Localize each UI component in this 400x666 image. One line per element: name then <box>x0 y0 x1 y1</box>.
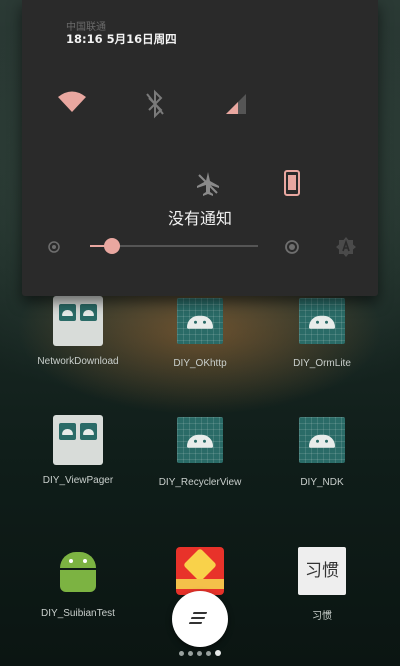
page-dot[interactable] <box>179 651 184 656</box>
bluetooth-toggle[interactable] <box>135 84 175 124</box>
wifi-icon <box>58 91 86 112</box>
android-grid-icon <box>296 298 348 350</box>
page-indicator[interactable] <box>0 650 400 656</box>
app-diy-viewpager[interactable]: DIY_ViewPager <box>18 414 138 486</box>
home-screen: NetworkDownload DIY_OKhttp DIY_OrmLite D… <box>0 0 400 666</box>
app-label: 习惯 <box>312 611 332 622</box>
no-notifications-text: 没有通知 <box>167 209 232 228</box>
android-grid-icon <box>174 417 226 469</box>
cellular-signal-icon <box>226 94 246 114</box>
app-habit[interactable]: 习惯 习惯 <box>262 545 382 622</box>
app-label: DIY_SuibianTest <box>41 608 115 619</box>
green-android-icon <box>52 548 104 600</box>
wifi-toggle[interactable] <box>52 82 92 122</box>
brightness-low-icon <box>48 241 60 253</box>
time-date: 18:16 5月16日周四 <box>66 32 177 46</box>
app-label: DIY_NDK <box>300 477 344 488</box>
airplane-mode-toggle[interactable] <box>188 164 228 204</box>
app-label: DIY_OrmLite <box>293 358 351 369</box>
bluetooth-icon <box>146 89 164 119</box>
app-network-download[interactable]: NetworkDownload <box>18 295 138 367</box>
app-diy-okhttp[interactable]: DIY_OKhttp <box>140 295 260 369</box>
app-label: DIY_ViewPager <box>42 475 114 486</box>
app-label: NetworkDownload <box>37 356 119 367</box>
cellular-toggle[interactable] <box>218 84 258 124</box>
app-drawer-button[interactable] <box>172 591 228 647</box>
app-diy-ormlite[interactable]: DIY_OrmLite <box>262 295 382 369</box>
phone-screen-icon <box>284 170 300 196</box>
airplane-mode-icon <box>197 172 219 196</box>
page-dot[interactable] <box>188 651 193 656</box>
screen-toggle[interactable] <box>272 163 312 203</box>
app-label: DIY_OKhttp <box>173 358 227 369</box>
app-label: DIY_RecyclerView <box>158 477 242 488</box>
page-dot[interactable] <box>197 651 202 656</box>
android-grid-icon <box>296 417 348 469</box>
brightness-thumb[interactable] <box>103 238 120 254</box>
auto-brightness-icon[interactable] <box>335 236 357 258</box>
android-grid-icon <box>174 298 226 350</box>
brightness-slider[interactable] <box>90 238 258 254</box>
page-dot-active[interactable] <box>215 650 221 656</box>
twin-android-icon <box>52 296 104 348</box>
page-dot[interactable] <box>206 651 211 656</box>
brightness-high-icon <box>285 240 299 254</box>
app-diy-suibiantest[interactable]: DIY_SuibianTest <box>18 545 138 619</box>
habit-word-icon: 习惯 <box>296 547 348 599</box>
app-diy-recyclerview[interactable]: DIY_RecyclerView <box>140 414 260 488</box>
app-diy-ndk[interactable]: DIY_NDK <box>262 414 382 488</box>
twin-android-icon <box>52 415 104 467</box>
